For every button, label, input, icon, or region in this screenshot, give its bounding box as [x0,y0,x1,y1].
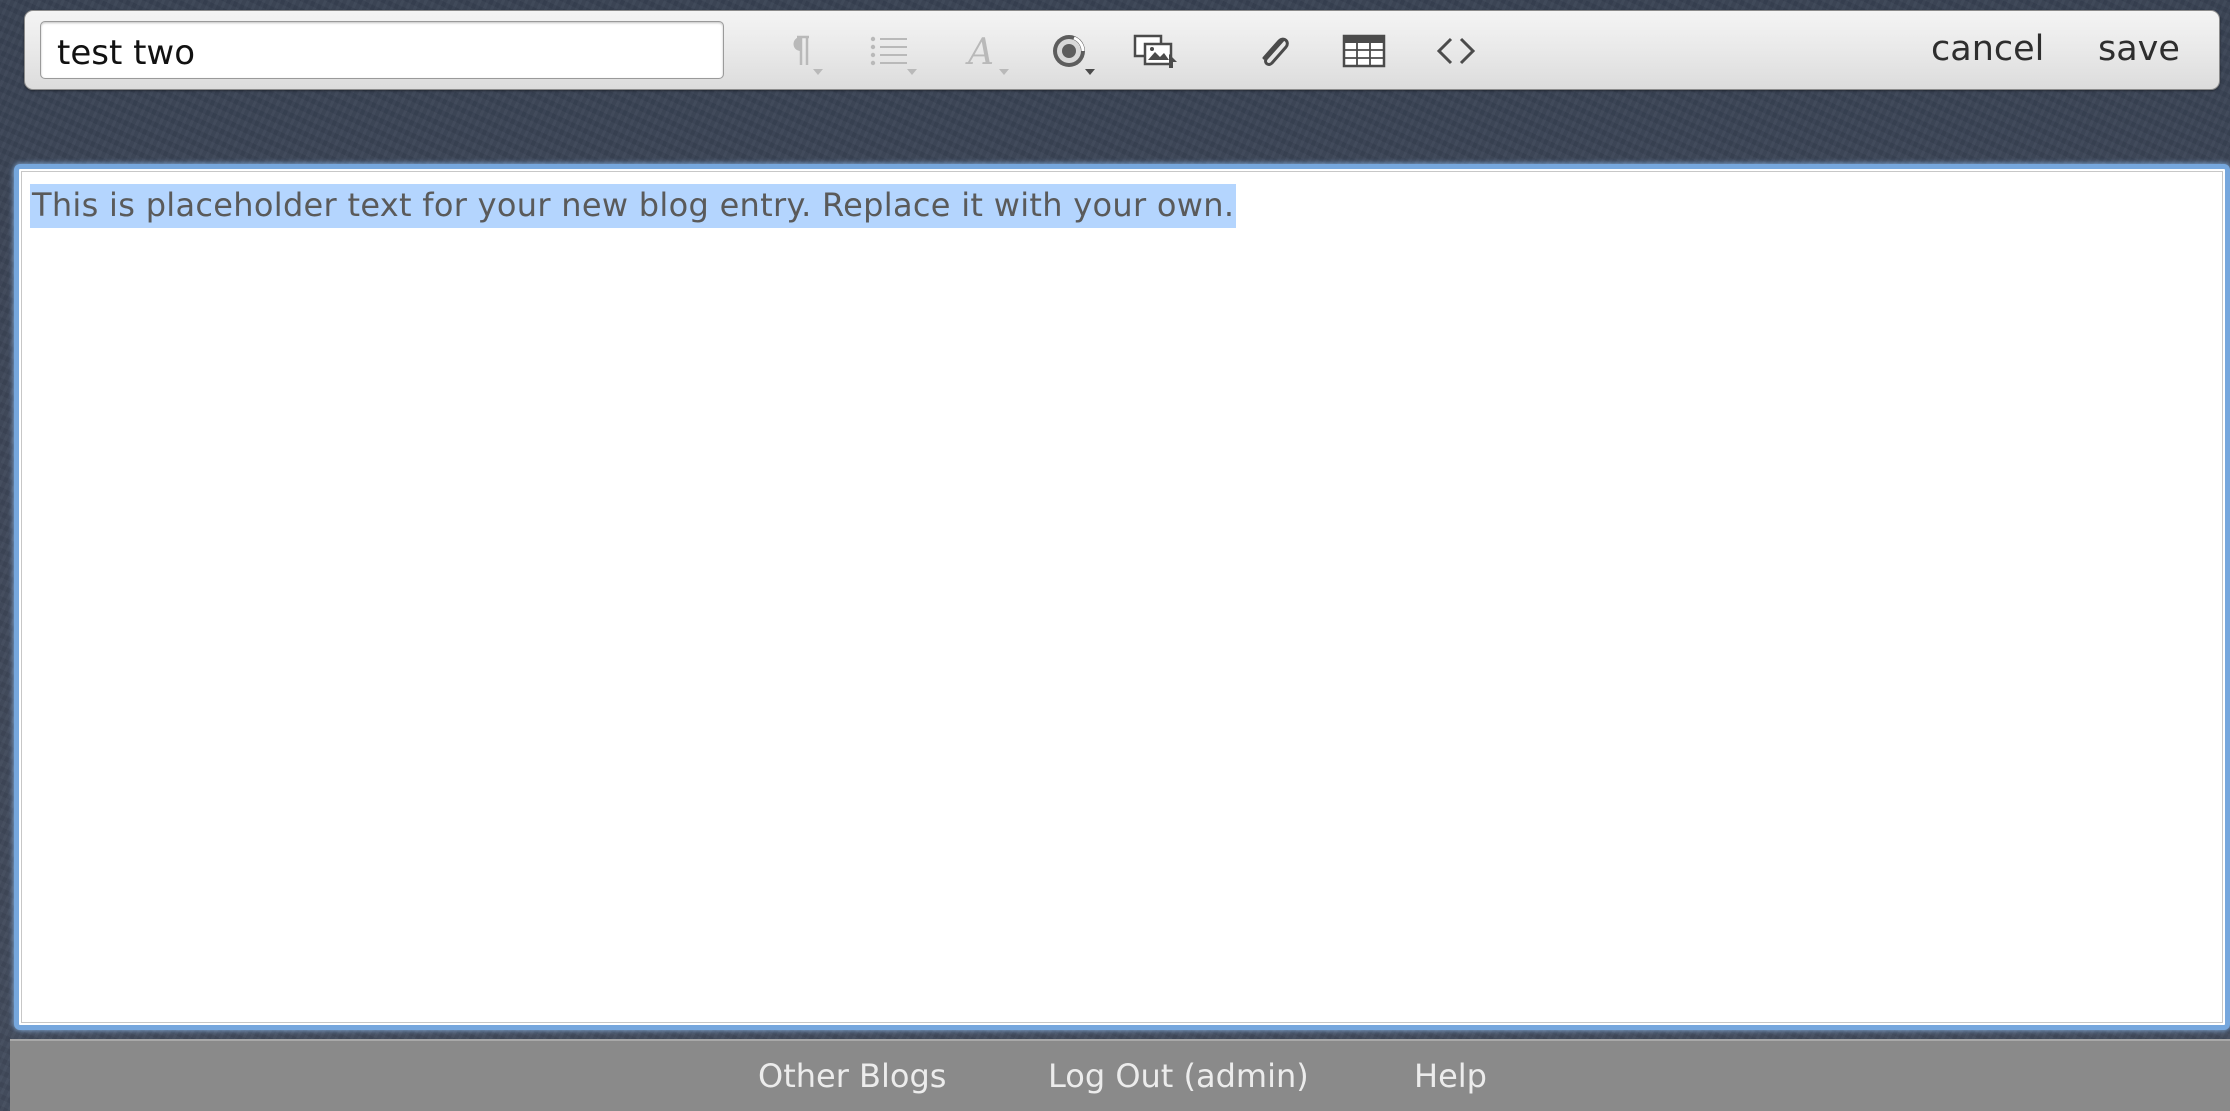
save-button[interactable]: save [2098,29,2180,69]
paragraph-format-icon[interactable] [783,29,823,75]
list-icon[interactable] [867,29,917,75]
footer-link-other-blogs[interactable]: Other Blogs [758,1057,946,1095]
cancel-button[interactable]: cancel [1931,29,2044,69]
footer-link-log-out[interactable]: Log Out (admin) [1048,1057,1309,1095]
svg-text:A: A [965,32,994,71]
attachment-icon[interactable] [1253,29,1293,73]
footer-bar: Other Blogs Log Out (admin) Help [10,1039,2230,1111]
link-icon[interactable] [1049,29,1095,75]
chevron-down-icon [999,69,1009,75]
chevron-down-icon [1085,69,1095,75]
editor-toolbar: A [24,10,2220,90]
editor-area[interactable]: This is placeholder text for your new bl… [14,164,2230,1030]
table-icon[interactable] [1341,29,1387,73]
font-style-icon[interactable]: A [963,29,1009,75]
entry-title-input[interactable] [40,21,724,79]
chevron-down-icon [813,69,823,75]
footer-link-help[interactable]: Help [1414,1057,1487,1095]
insert-image-icon[interactable] [1133,29,1181,73]
editor-content-area[interactable]: This is placeholder text for your new bl… [21,171,2223,1023]
html-source-icon[interactable] [1433,29,1479,73]
chevron-down-icon [907,69,917,75]
selected-placeholder-text[interactable]: This is placeholder text for your new bl… [30,184,1237,228]
